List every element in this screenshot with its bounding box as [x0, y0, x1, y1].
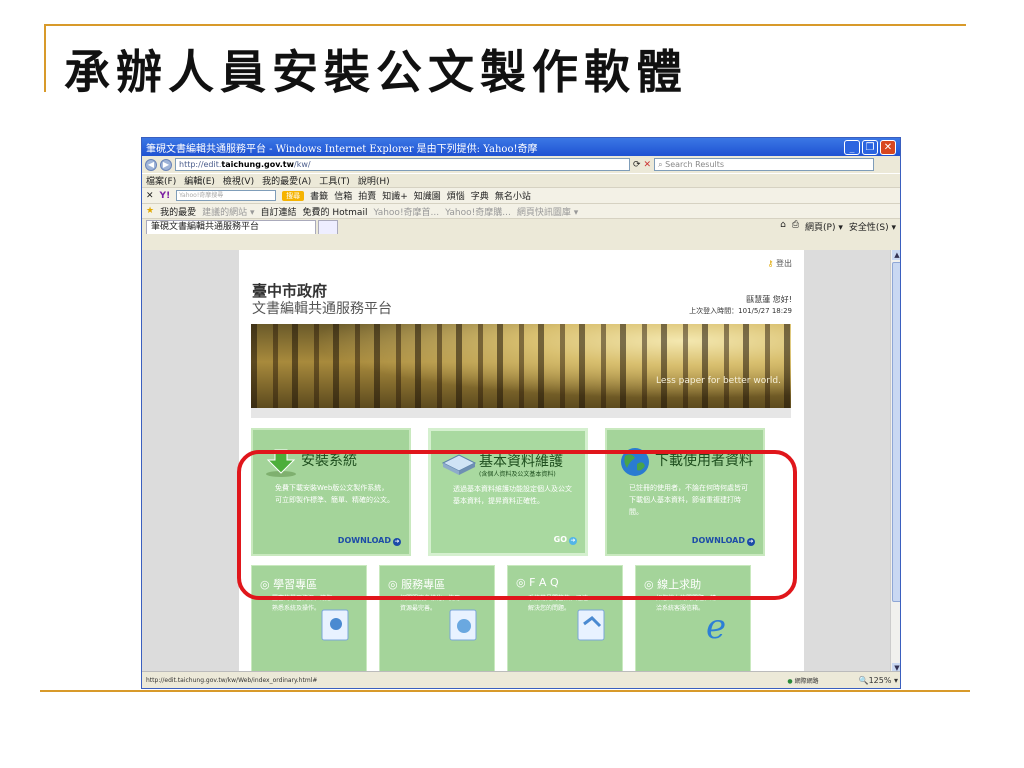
system-name: 文書編輯共通服務平台 — [252, 301, 392, 317]
url-prefix: http://edit. — [179, 160, 222, 169]
window-title: 筆硯文書編輯共通服務平台 - Windows Internet Explorer… — [146, 143, 538, 155]
url-host: taichung.gov.tw — [221, 160, 295, 169]
document-icon — [321, 609, 349, 641]
toolbar-search-button[interactable]: 搜尋 — [282, 190, 305, 201]
menu-help[interactable]: 說明(H) — [358, 174, 390, 187]
menu-bar: 檔案(F) 編輯(E) 檢視(V) 我的最愛(A) 工具(T) 說明(H) — [142, 173, 900, 187]
forest-banner: Less paper for better world. — [251, 324, 791, 408]
toolbar-item-knowledge-garden[interactable]: 知識園 — [414, 189, 441, 202]
tab-bar: 筆硯文書編輯共通服務平台 ⌂ ⎙ 網頁(P) ▾ 安全性(S) ▾ — [142, 218, 900, 234]
menu-tools[interactable]: 工具(T) — [319, 174, 350, 187]
page-menu[interactable]: 網頁(P) ▾ — [805, 220, 843, 233]
zoom-value: 125% — [868, 675, 892, 685]
slide-left-rule — [44, 24, 46, 92]
toolbar-item-mail[interactable]: 信箱 — [334, 189, 352, 202]
globe-zone-icon: ● — [787, 677, 793, 685]
favorites-star-icon: ★ — [146, 206, 155, 216]
slide-top-rule — [46, 24, 966, 26]
toolbar-search-input[interactable]: Yahoo!奇摩搜尋 — [176, 190, 277, 201]
svg-text:e: e — [706, 607, 726, 644]
banner-divider — [251, 408, 791, 418]
menu-view[interactable]: 檢視(V) — [223, 174, 254, 187]
window-titlebar: 筆硯文書編輯共通服務平台 - Windows Internet Explorer… — [142, 138, 900, 156]
highlight-ring — [237, 450, 797, 600]
favorites-suggested[interactable]: 建議的網站 ▾ — [202, 205, 254, 218]
yahoo-toolbar: ✕ Y! Yahoo!奇摩搜尋 搜尋 書籤 信箱 拍賣 知識+ 知識園 煩惱 字… — [142, 187, 900, 203]
menu-edit[interactable]: 編輯(E) — [184, 174, 215, 187]
yahoo-icon[interactable]: Y! — [160, 191, 171, 201]
search-input[interactable]: ⌕ Search Results — [654, 158, 875, 171]
security-zone: ● 網際網路 — [787, 676, 818, 685]
minimize-button[interactable]: _ — [844, 139, 860, 155]
favorites-web-slice[interactable]: 網頁快訊圖庫 ▾ — [517, 205, 578, 218]
favorites-yahoo-shopping[interactable]: Yahoo!奇摩購... — [445, 205, 511, 218]
zone-label: 網際網路 — [794, 677, 819, 685]
safety-menu[interactable]: 安全性(S) ▾ — [849, 220, 896, 233]
tab-label: 筆硯文書編輯共通服務平台 — [151, 221, 260, 232]
url-input[interactable]: http://edit.taichung.gov.tw/kw/ — [175, 158, 630, 171]
search-icon: ⌕ — [658, 160, 663, 169]
favorites-bar: ★ 我的最愛 建議的網站 ▾ 自訂連結 免費的 Hotmail Yahoo!奇摩… — [142, 203, 900, 218]
key-icon: ⚷ — [767, 259, 774, 268]
vertical-scrollbar[interactable]: ▲ ▼ — [890, 250, 900, 673]
search-placeholder: Search Results — [665, 160, 725, 169]
scroll-up-icon[interactable]: ▲ — [892, 250, 900, 260]
last-login: 上次登入時間：101/5/27 18:29 — [689, 307, 792, 315]
toolbar-item-bookmarks[interactable]: 書籤 — [310, 189, 328, 202]
logout-link[interactable]: ⚷ 登出 — [768, 258, 792, 269]
internet-explorer-icon: e — [706, 607, 726, 644]
download-doc-icon — [449, 609, 477, 641]
user-greeting: 甌慧蓮 您好! — [746, 295, 792, 304]
faq-doc-icon — [577, 609, 605, 641]
print-icon[interactable]: ⎙ — [792, 220, 799, 233]
toolbar-item-worries[interactable]: 煩惱 — [447, 189, 465, 202]
new-tab-button[interactable] — [318, 219, 338, 234]
menu-file[interactable]: 檔案(F) — [146, 174, 176, 187]
scroll-thumb[interactable] — [892, 262, 900, 602]
stop-icon[interactable]: ✕ — [644, 160, 652, 170]
favorites-yahoo-home[interactable]: Yahoo!奇摩首... — [373, 205, 439, 218]
status-url: http://edit.taichung.gov.tw/kw/Web/index… — [146, 676, 318, 684]
toolbar-close-icon[interactable]: ✕ — [146, 191, 154, 201]
refresh-icon[interactable]: ⟳ — [633, 160, 641, 170]
slide-title: 承辦人員安裝公文製作軟體 — [64, 45, 688, 99]
url-path: /kw/ — [294, 160, 311, 169]
home-icon[interactable]: ⌂ — [780, 220, 786, 233]
logout-label: 登出 — [776, 259, 792, 268]
menu-favorites[interactable]: 我的最愛(A) — [262, 174, 311, 187]
close-button[interactable]: ✕ — [880, 139, 896, 155]
browser-window: 筆硯文書編輯共通服務平台 - Windows Internet Explorer… — [141, 137, 901, 689]
zoom-level[interactable]: 🔍125% ▾ — [859, 676, 898, 685]
favorites-label[interactable]: 我的最愛 — [160, 205, 196, 218]
toolbar-item-auction[interactable]: 拍賣 — [358, 189, 376, 202]
toolbar-item-wretch[interactable]: 無名小站 — [495, 189, 531, 202]
tab-active[interactable]: 筆硯文書編輯共通服務平台 — [146, 219, 316, 234]
toolbar-item-dictionary[interactable]: 字典 — [471, 189, 489, 202]
banner-tagline: Less paper for better world. — [656, 376, 781, 386]
forward-icon[interactable]: ▶ — [160, 158, 172, 171]
command-bar: ⌂ ⎙ 網頁(P) ▾ 安全性(S) ▾ — [780, 220, 896, 233]
back-icon[interactable]: ◀ — [145, 158, 157, 171]
address-bar: ◀ ▶ http://edit.taichung.gov.tw/kw/ ⟳ ✕ … — [142, 156, 900, 173]
favorites-custom-links[interactable]: 自訂連結 — [260, 205, 296, 218]
status-bar: http://edit.taichung.gov.tw/kw/Web/index… — [142, 671, 900, 688]
slide-bottom-rule — [40, 690, 970, 692]
toolbar-item-knowledge[interactable]: 知識+ — [382, 189, 408, 202]
maximize-button[interactable]: ❐ — [862, 139, 878, 155]
favorites-hotmail[interactable]: 免費的 Hotmail — [303, 205, 368, 218]
